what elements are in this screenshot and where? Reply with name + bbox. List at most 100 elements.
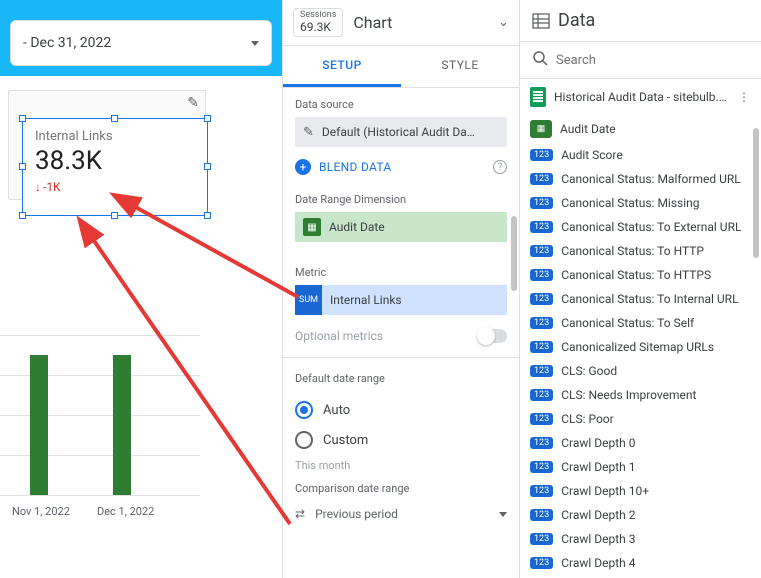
field-item[interactable]: 123Canonical Status: To Internal URL [520,287,761,311]
field-name: CLS: Poor [561,412,614,426]
gridline [0,335,200,336]
number-badge: 123 [530,149,553,161]
resize-handle[interactable] [19,163,26,170]
field-name: Canonical Status: To Self [561,316,694,330]
aggregation-badge: SUM [295,285,322,315]
field-item[interactable]: 123Crawl Depth 10+ [520,479,761,503]
config-header[interactable]: Sessions 69.3K Chart ⌄ [283,0,519,46]
calendar-icon: ▦ [530,120,552,138]
field-list[interactable]: ▦Audit Date123Audit Score123Canonical St… [520,115,761,578]
field-item[interactable]: 123CLS: Needs Improvement [520,383,761,407]
tab-style[interactable]: STYLE [401,46,519,87]
scorecard-delta: ↓ -1K [35,180,195,194]
help-icon[interactable]: ? [493,160,507,174]
section-default-date-range: Default date range [295,372,507,385]
field-item[interactable]: 123Canonicalized Sitemap URLs [520,335,761,359]
field-name: Crawl Depth 0 [561,436,635,450]
blend-data-label: BLEND DATA [319,160,392,174]
this-month-label: This month [283,455,519,472]
canvas-top-bar: - Dec 31, 2022 [0,0,282,76]
resize-handle[interactable] [19,115,26,122]
date-range-dimension-chip[interactable]: ▦ Audit Date [295,212,507,242]
field-name: Canonical Status: To HTTPS [561,268,711,282]
field-item[interactable]: 123Crawl Depth 3 [520,527,761,551]
field-item[interactable]: 123CLS: Good [520,359,761,383]
plus-icon: + [295,159,311,175]
search-row[interactable] [520,42,761,79]
scrollbar[interactable] [511,216,517,291]
field-item[interactable]: 123 Canonical Status: To Self [520,311,761,335]
resize-handle[interactable] [204,163,211,170]
x-axis-label: Nov 1, 2022 [12,505,70,518]
resize-handle[interactable] [111,115,118,122]
field-item[interactable]: 123 Crawl Depth 2 [520,503,761,527]
number-badge: 123 [530,389,553,401]
resize-handle[interactable] [111,212,118,219]
section-date-range-dimension: Date Range Dimension [295,193,507,206]
field-item[interactable]: 123Canonical Status: To HTTPS [520,263,761,287]
more-icon[interactable]: ⋮ [738,90,751,104]
number-badge: 123 [530,413,553,425]
resize-handle[interactable] [19,212,26,219]
pencil-icon: ✎ [303,125,314,140]
field-item[interactable]: 123Canonical Status: To HTTP [520,239,761,263]
comparison-value: Previous period [315,507,398,521]
field-name: Crawl Depth 1 [561,460,635,474]
data-source-chip[interactable]: ✎ Default (Historical Audit Da… [295,117,507,147]
resize-handle[interactable] [204,212,211,219]
bar-chart[interactable]: Nov 1, 2022 Dec 1, 2022 [0,320,200,530]
pencil-icon[interactable]: ✎ [187,95,199,111]
radio-custom[interactable]: Custom [283,425,519,455]
google-sheets-icon [530,87,546,107]
gridline [0,495,200,496]
resize-handle[interactable] [204,115,211,122]
number-badge: 123 [530,485,553,497]
field-name: Crawl Depth 2 [561,508,635,522]
number-badge: 123 [530,317,553,329]
date-range-label: - Dec 31, 2022 [23,35,111,51]
chart-bar [30,355,48,495]
number-badge: 123 [530,533,553,545]
optional-metrics-toggle[interactable] [479,329,507,343]
chevron-down-icon[interactable]: ⌄ [498,15,509,30]
number-badge: 123 [530,293,553,305]
section-data-source: Data source [295,98,507,111]
field-item[interactable]: 123Canonical Status: To External URL [520,215,761,239]
radio-auto[interactable]: Auto [283,395,519,425]
sessions-chip[interactable]: Sessions 69.3K [293,8,343,37]
data-panel-title: Data [558,10,595,31]
field-name: Audit Date [560,122,616,136]
number-badge: 123 [530,365,553,377]
radio-icon [295,431,313,449]
caret-down-icon [251,41,259,46]
scrollbar[interactable] [753,128,759,258]
chart-config-panel: Sessions 69.3K Chart ⌄ SETUP STYLE Data … [283,0,520,578]
field-item[interactable]: 123Audit Score [520,143,761,167]
x-axis-label: Dec 1, 2022 [97,505,154,518]
report-canvas[interactable]: - Dec 31, 2022 ✎ Internal Links 38.3K [0,0,283,578]
sessions-value: 69.3K [300,21,336,34]
tab-setup[interactable]: SETUP [283,46,401,87]
drd-value: Audit Date [329,220,385,234]
caret-down-icon [499,512,507,517]
data-icon [532,12,550,30]
section-comparison-date-range: Comparison date range [295,482,507,495]
field-item[interactable]: 123 CLS: Poor [520,407,761,431]
number-badge: 123 [530,437,553,449]
field-item[interactable]: 123Crawl Depth 1 [520,455,761,479]
blend-data-button[interactable]: + BLEND DATA ? [283,151,519,183]
number-badge: 123 [530,509,553,521]
number-badge: 123 [530,341,553,353]
section-metric: Metric [295,266,507,279]
field-item[interactable]: 123Crawl Depth 4 [520,551,761,575]
scorecard-selected[interactable]: Internal Links 38.3K ↓ -1K [22,118,208,216]
metric-chip[interactable]: SUM Internal Links [295,285,507,315]
field-item[interactable]: ▦ Audit Date [520,115,761,143]
date-range-control[interactable]: - Dec 31, 2022 [10,20,272,66]
search-input[interactable] [556,53,749,68]
field-item[interactable]: 123Canonical Status: Malformed URL [520,167,761,191]
data-source-row[interactable]: Historical Audit Data - sitebulb.com… ⋮ [520,79,761,115]
field-item[interactable]: 123Canonical Status: Missing [520,191,761,215]
field-item[interactable]: 123 Crawl Depth 0 [520,431,761,455]
comparison-range-picker[interactable]: ⇄ Previous period [283,501,519,533]
